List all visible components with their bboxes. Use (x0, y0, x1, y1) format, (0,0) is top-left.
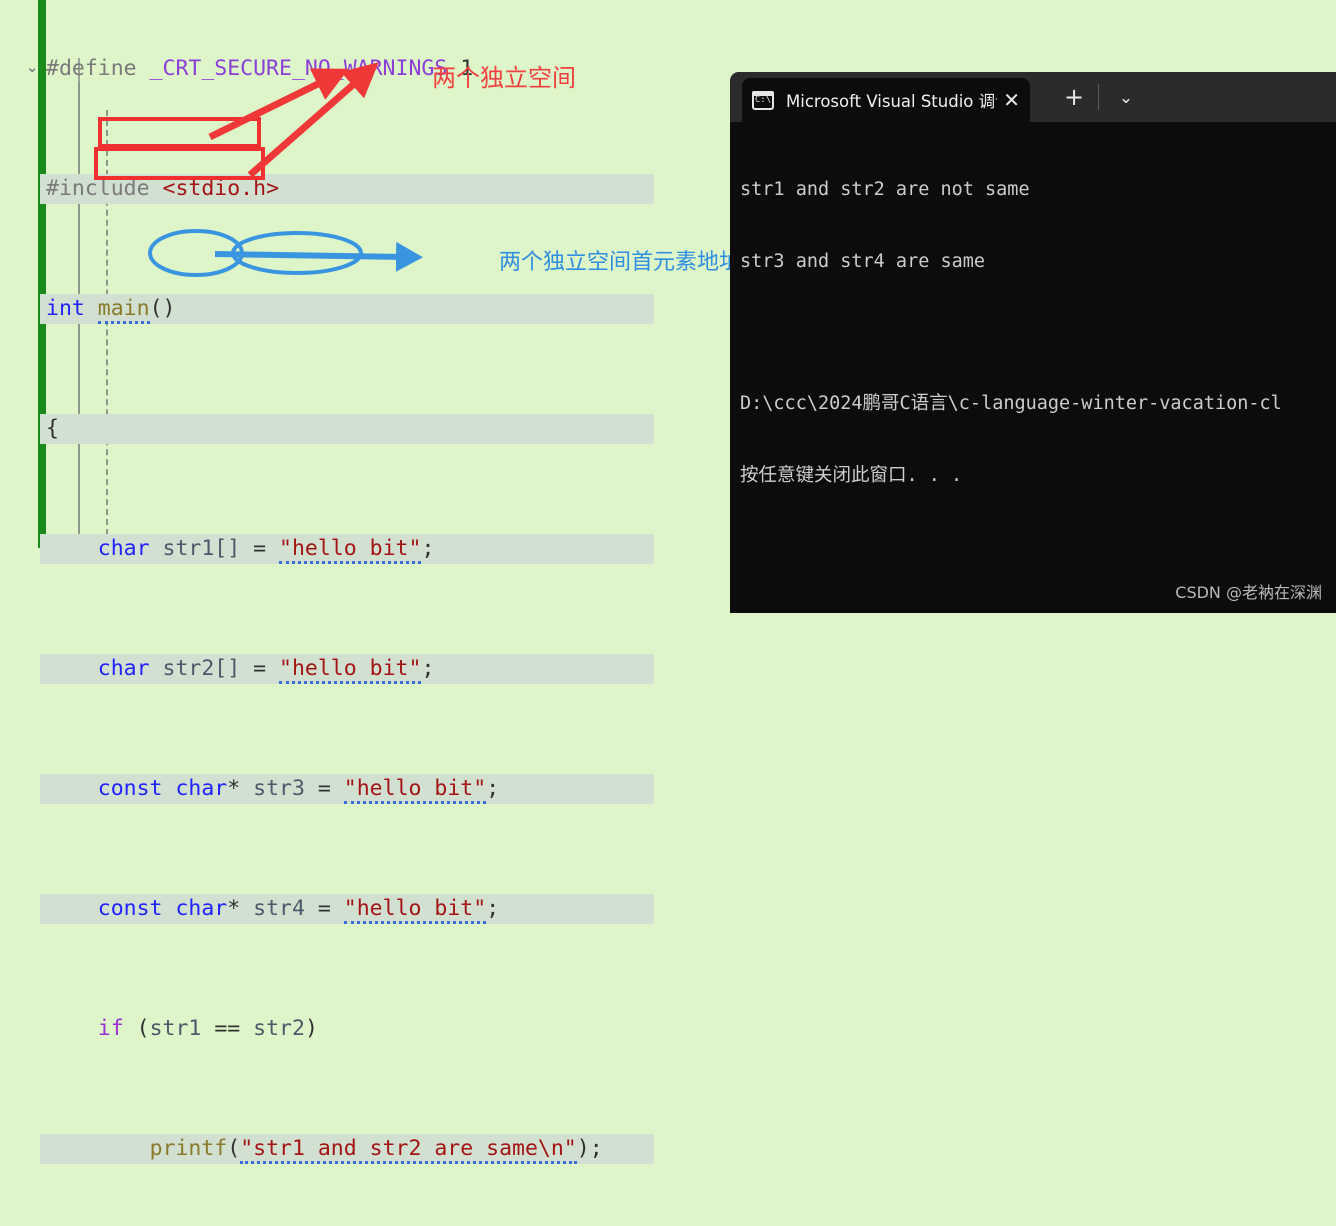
red-box-str2 (94, 147, 265, 180)
new-tab-icon[interactable]: + (1060, 84, 1088, 112)
code-line[interactable]: const char* str3 = "hello bit"; (40, 774, 655, 804)
console-titlebar[interactable]: C:\ Microsoft Visual Studio 调试控 ✕ + ⌄ (730, 72, 1336, 122)
cp: ) (576, 1136, 590, 1161)
line7-string: "hello bit" (343, 776, 487, 804)
line6-semi: ; (421, 656, 435, 681)
line10-msg: "str1 and str2 are same\n" (240, 1136, 577, 1164)
console-window[interactable]: C:\ Microsoft Visual Studio 调试控 ✕ + ⌄ st… (730, 72, 1336, 613)
sp (305, 776, 318, 801)
line7-star: * (227, 776, 241, 801)
line8-assign: = (317, 896, 331, 921)
csdn-watermark: CSDN @老衲在深渊 (1175, 583, 1322, 602)
terminal-cmd-icon: C:\ (752, 90, 774, 110)
line5-str1-decl: str1[] (162, 536, 241, 561)
line8-string: "hello bit" (343, 896, 487, 924)
sp (150, 656, 163, 681)
titlebar-separator (1098, 84, 1099, 110)
line6-char: char (97, 656, 150, 681)
sp (240, 1016, 253, 1041)
annotation-red-note: 两个独立空间 (432, 64, 576, 92)
line7-semi: ; (486, 776, 500, 801)
line8-str4: str4 (253, 896, 305, 921)
line7-const: const (97, 776, 163, 801)
line5-string: "hello bit" (279, 536, 422, 564)
sp (240, 776, 253, 801)
op: ( (227, 1136, 241, 1161)
annotation-blue-note: 两个独立空间首元素地址 (499, 250, 742, 275)
line4-open-brace: { (46, 416, 59, 441)
line9-if: if (97, 1016, 124, 1041)
console-output[interactable]: str1 and str2 are not same str3 and str4… (730, 122, 1336, 613)
sp (124, 1016, 137, 1041)
console-tab[interactable]: C:\ Microsoft Visual Studio 调试控 ✕ (742, 78, 1030, 122)
line9-eq: == (214, 1016, 241, 1041)
line5-semi: ; (421, 536, 435, 561)
line3-int: int (46, 296, 85, 321)
sp (46, 656, 98, 681)
console-line: str1 and str2 are not same (740, 179, 1030, 200)
sp (46, 1136, 150, 1161)
sp (137, 56, 150, 81)
sp (240, 536, 253, 561)
line9-str1: str1 (149, 1016, 202, 1041)
line6-assign: = (253, 656, 267, 681)
console-line: 按任意键关闭此窗口. . . (740, 465, 963, 486)
line9-str2: str2 (253, 1016, 305, 1041)
sp (240, 896, 253, 921)
code-line[interactable]: { (40, 414, 655, 444)
chevron-down-icon[interactable]: ⌄ (1112, 84, 1140, 112)
sp (331, 776, 344, 801)
code-line[interactable]: char str1[] = "hello bit"; (40, 534, 655, 564)
sp (201, 1016, 214, 1041)
sp (85, 296, 98, 321)
line10-printf: printf (149, 1136, 228, 1161)
code-line[interactable]: char str2[] = "hello bit"; (40, 654, 655, 684)
sp (46, 776, 98, 801)
red-box-str1 (98, 117, 261, 148)
sp (240, 656, 253, 681)
line6-str2-decl: str2[] (162, 656, 241, 681)
cp: ) (304, 1016, 318, 1041)
code-line[interactable]: printf("str1 and str2 are same\n"); (40, 1134, 655, 1164)
line8-const: const (97, 896, 163, 921)
sp (163, 776, 176, 801)
line8-char: char (175, 896, 228, 921)
collapse-chevron-icon[interactable]: ⌄ (26, 58, 40, 76)
console-line: str3 and str4 are same (740, 251, 986, 272)
console-tab-title: Microsoft Visual Studio 调试控 (786, 92, 997, 111)
close-icon[interactable]: ✕ (1003, 90, 1020, 110)
op: ( (136, 1016, 150, 1041)
line7-str3: str3 (253, 776, 305, 801)
sp (266, 536, 279, 561)
code-text[interactable]: #define _CRT_SECURE_NO_WARNINGS 1 #inclu… (40, 0, 655, 1226)
sp (46, 1016, 98, 1041)
line6-string: "hello bit" (279, 656, 422, 684)
console-line: D:\ccc\2024鹏哥C语言\c-language-winter-vacat… (740, 393, 1282, 414)
line1-macro-name: _CRT_SECURE_NO_WARNINGS (149, 56, 448, 81)
code-line[interactable]: if (str1 == str2) (40, 1014, 654, 1044)
line8-star: * (227, 896, 241, 921)
line5-assign: = (253, 536, 267, 561)
code-line[interactable]: const char* str4 = "hello bit"; (40, 894, 655, 924)
sp (150, 536, 163, 561)
sp (331, 896, 344, 921)
sp (59, 416, 137, 441)
sp (305, 896, 318, 921)
line7-assign: = (317, 776, 331, 801)
line3-main: main (97, 296, 150, 324)
line1-define: #define (46, 56, 137, 81)
code-line[interactable]: int main() (40, 294, 655, 324)
line10-semi: ; (589, 1136, 603, 1161)
line3-parens: () (149, 296, 176, 321)
line5-char: char (97, 536, 150, 561)
sp (266, 656, 279, 681)
sp (46, 536, 98, 561)
line7-char: char (175, 776, 228, 801)
sp (163, 896, 176, 921)
line8-semi: ; (486, 896, 500, 921)
sp (46, 896, 98, 921)
